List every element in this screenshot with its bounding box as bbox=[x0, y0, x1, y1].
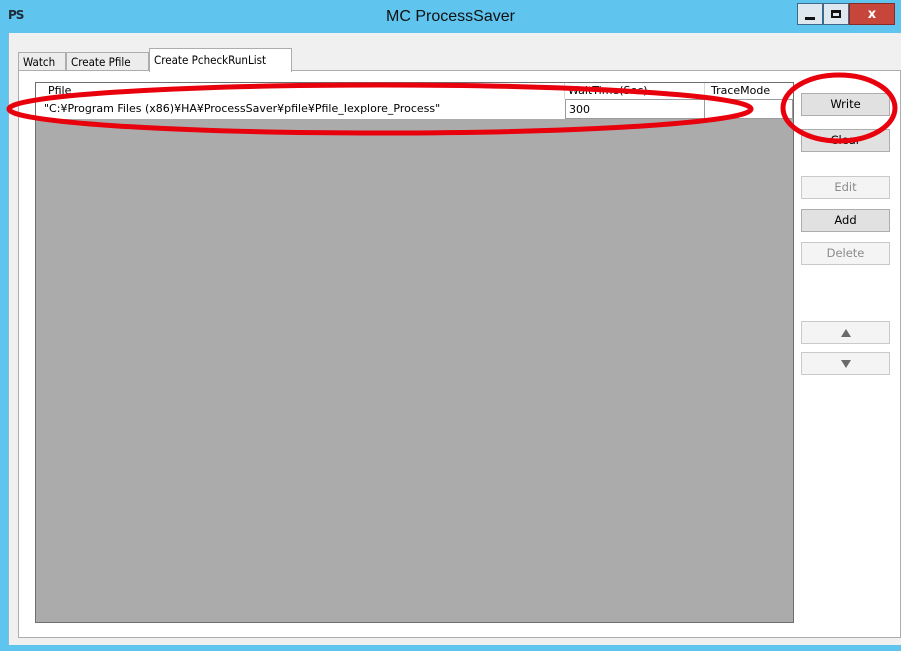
table-row[interactable]: "C:¥Program Files (x86)¥HA¥ProcessSaver¥… bbox=[36, 99, 793, 119]
cell-pfile[interactable]: "C:¥Program Files (x86)¥HA¥ProcessSaver¥… bbox=[44, 99, 564, 119]
tab-watch[interactable]: Watch bbox=[18, 52, 66, 70]
triangle-down-icon bbox=[840, 360, 851, 368]
move-up-button[interactable] bbox=[801, 321, 890, 344]
minimize-button[interactable] bbox=[797, 3, 823, 25]
delete-button[interactable]: Delete bbox=[801, 242, 890, 265]
clear-button[interactable]: Clear bbox=[801, 129, 890, 152]
window-bottom-border bbox=[8, 645, 901, 651]
tab-create-pfile[interactable]: Create Pfile bbox=[66, 52, 149, 70]
minimize-icon bbox=[805, 16, 815, 20]
edit-button[interactable]: Edit bbox=[801, 176, 890, 199]
app-window: PS MC ProcessSaver x Watch Create Pfile … bbox=[0, 0, 901, 651]
maximize-button[interactable] bbox=[823, 3, 849, 25]
move-down-button[interactable] bbox=[801, 352, 890, 375]
add-button[interactable]: Add bbox=[801, 209, 890, 232]
tab-create-pcheckrunlist[interactable]: Create PcheckRunList bbox=[149, 48, 292, 72]
cell-tracemode[interactable] bbox=[705, 99, 793, 119]
column-header-pfile[interactable]: Pfile bbox=[36, 83, 565, 99]
close-icon: x bbox=[867, 6, 877, 22]
close-button[interactable]: x bbox=[849, 3, 895, 25]
column-header-tracemode[interactable]: TraceMode bbox=[705, 83, 793, 99]
grid-header: Pfile WaitTime(Sec) TraceMode bbox=[36, 83, 793, 100]
pcheck-run-list-grid[interactable]: Pfile WaitTime(Sec) TraceMode "C:¥Progra… bbox=[35, 82, 794, 623]
write-button[interactable]: Write bbox=[801, 93, 890, 116]
maximize-icon bbox=[831, 10, 841, 18]
triangle-up-icon bbox=[840, 329, 851, 337]
title-bar[interactable]: PS MC ProcessSaver x bbox=[0, 0, 901, 33]
window-title: MC ProcessSaver bbox=[386, 8, 515, 25]
column-header-waittime[interactable]: WaitTime(Sec) bbox=[565, 83, 705, 99]
cell-waittime[interactable]: 300 bbox=[565, 99, 705, 119]
